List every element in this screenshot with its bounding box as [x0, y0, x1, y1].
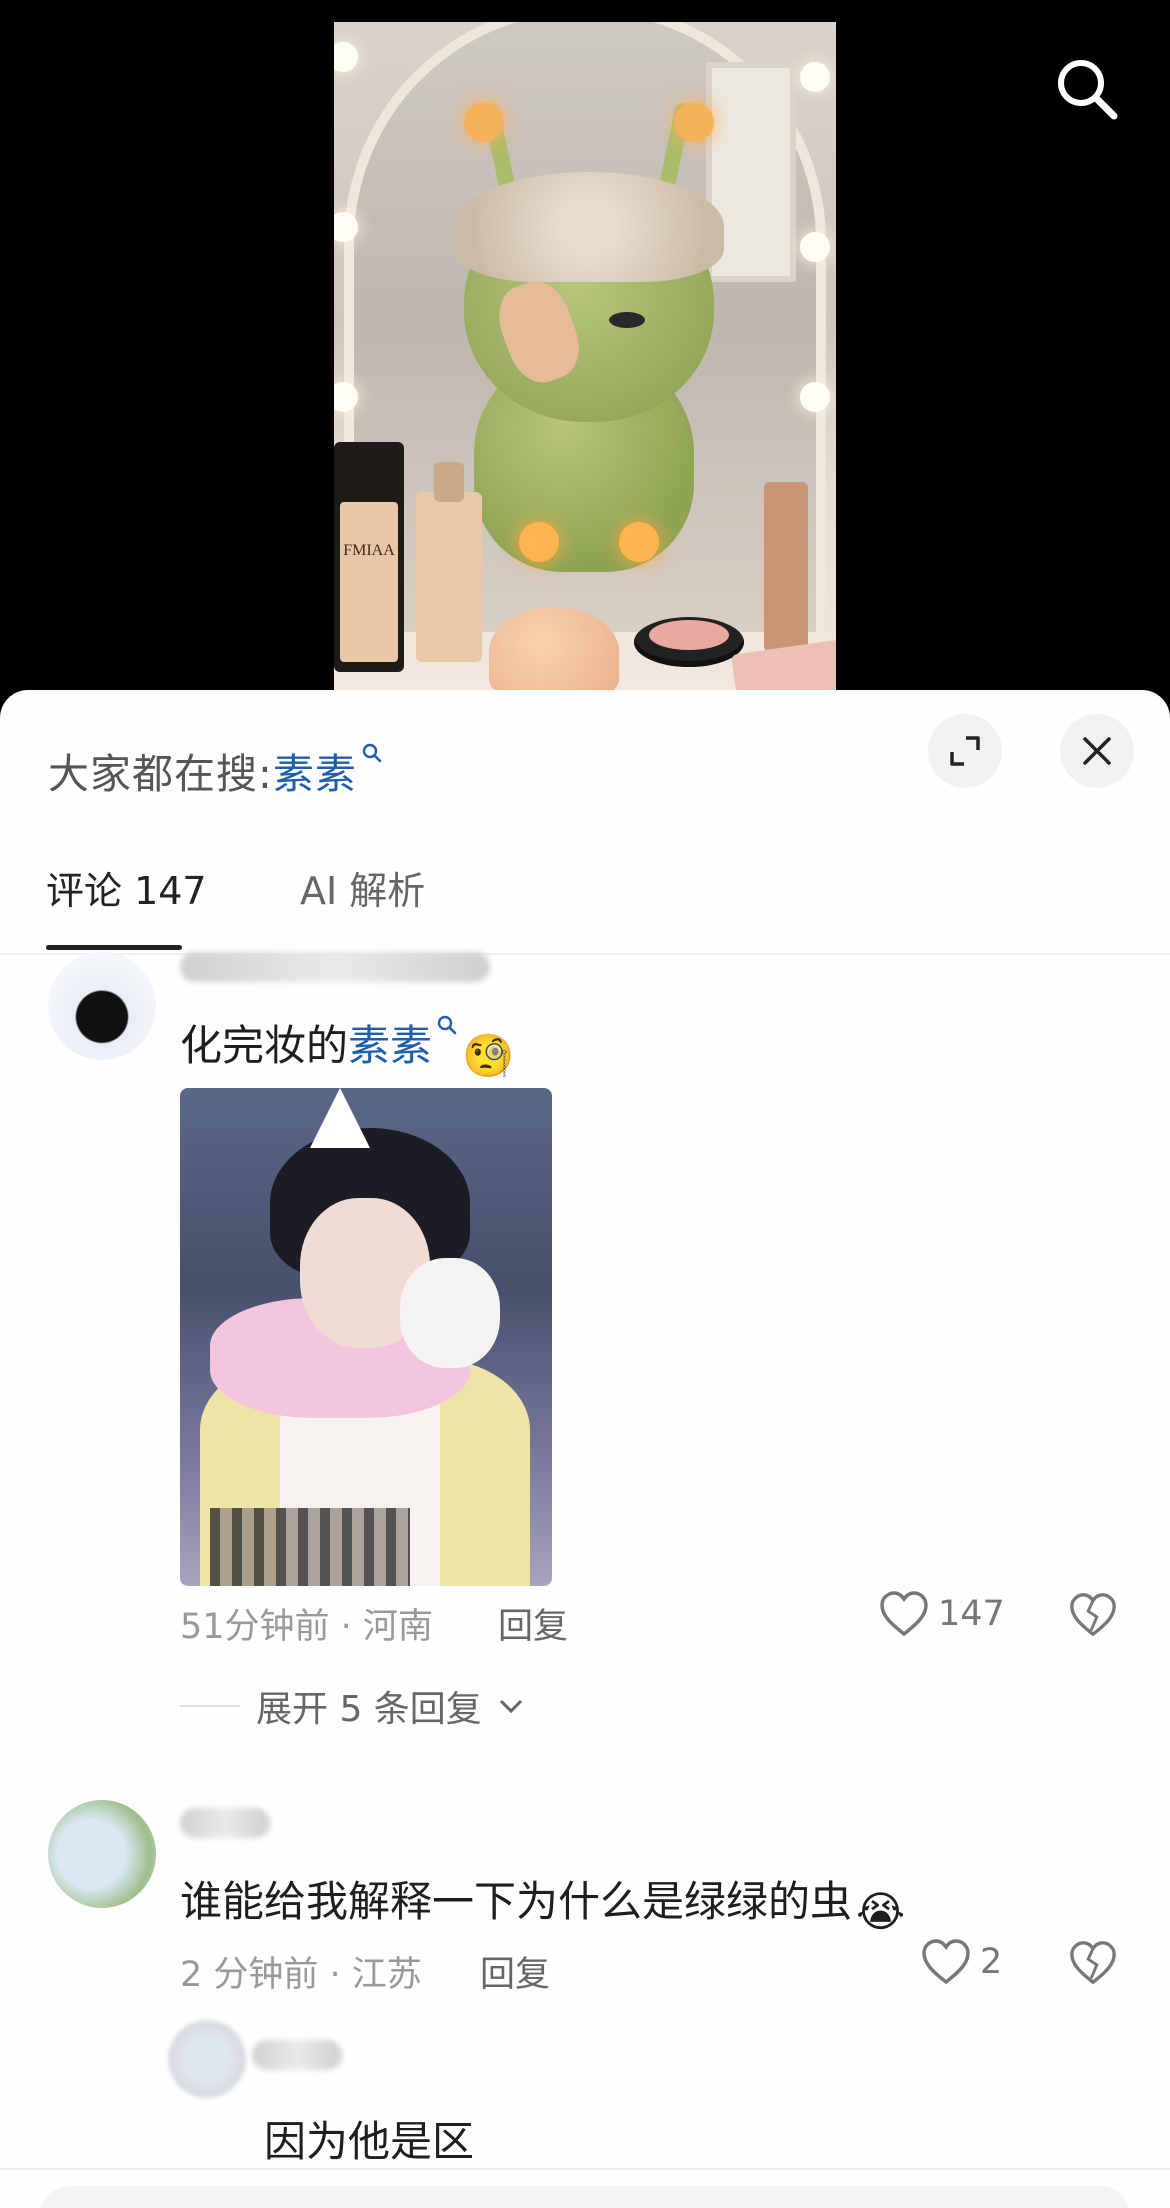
- glow-spot: [619, 522, 659, 562]
- expand-button[interactable]: [928, 714, 1002, 788]
- concealer-tube: [764, 482, 808, 652]
- broken-heart-icon[interactable]: [1068, 1938, 1118, 1988]
- username-blurred[interactable]: [252, 2040, 342, 2070]
- divider-line: [180, 1705, 240, 1707]
- avatar[interactable]: [48, 1800, 156, 1908]
- mirror-bulb: [800, 382, 830, 412]
- search-icon[interactable]: [1054, 56, 1120, 122]
- comment-tabs: 评论 147 AI 解析: [0, 840, 1170, 955]
- makeup-sponge: [489, 607, 619, 690]
- serum-dropper: [434, 462, 464, 502]
- image-figure: [400, 1258, 500, 1368]
- avatar[interactable]: [48, 952, 156, 1060]
- comment-image[interactable]: [180, 1088, 552, 1586]
- comment-text-part: 化完妆的: [180, 1021, 349, 1070]
- trending-prefix: 大家都在搜:: [48, 750, 273, 798]
- like-count: 2: [980, 1942, 1003, 1982]
- trending-keyword[interactable]: 素素: [273, 750, 357, 798]
- bottle-label: FMIAA: [340, 502, 398, 662]
- username-blurred[interactable]: [180, 952, 490, 982]
- heart-icon: [922, 1939, 970, 1985]
- compact-blush: [649, 620, 729, 650]
- broken-heart-icon[interactable]: [1068, 1590, 1118, 1640]
- sheet-header: 大家都在搜:素素: [0, 690, 1170, 820]
- active-tab-indicator: [46, 945, 182, 950]
- expand-replies-button[interactable]: 展开 5 条回复: [180, 1680, 524, 1732]
- like-button[interactable]: 147: [878, 1590, 1005, 1638]
- comment-meta: 2 分钟前 · 江苏: [180, 1955, 422, 1995]
- glow-spot: [519, 522, 559, 562]
- image-figure: [310, 1088, 370, 1148]
- fuzzy-headband: [454, 172, 724, 282]
- avatar[interactable]: [168, 2020, 246, 2098]
- image-figure: [210, 1508, 410, 1586]
- comment-text: 谁能给我解释一下为什么是绿绿的虫😭: [180, 1868, 905, 1936]
- caterpillar-eye: [609, 312, 645, 328]
- username-blurred[interactable]: [180, 1808, 270, 1838]
- reply-button[interactable]: 回复: [480, 1946, 550, 1997]
- close-icon: [1083, 737, 1111, 765]
- antenna-light: [674, 102, 714, 142]
- expand-icon: [950, 736, 980, 766]
- comment-text-part: 谁能给我解释一下为什么是绿绿的虫: [180, 1877, 853, 1926]
- reply-text: 因为他是区: [264, 2117, 475, 2166]
- thinking-face-emoji: 🧐: [462, 1031, 515, 1080]
- reply-button[interactable]: 回复: [498, 1598, 568, 1649]
- tab-ai-analysis[interactable]: AI 解析: [300, 860, 425, 915]
- comment-text: 化完妆的素素 🧐: [180, 1012, 514, 1081]
- like-button[interactable]: 2: [920, 1938, 1002, 1986]
- trending-search[interactable]: 大家都在搜:素素: [48, 740, 383, 800]
- crying-face-emoji: 😭: [856, 1887, 906, 1936]
- comment-input[interactable]: [40, 2186, 1130, 2208]
- expand-replies-label: 展开 5 条回复: [256, 1689, 482, 1730]
- comment-sheet: 大家都在搜:素素 评论 147 AI 解析 化完妆的素素 🧐 51分钟前 · 河…: [0, 690, 1170, 2208]
- eyeshadow-palette: [731, 639, 836, 690]
- mirror-bulb: [800, 232, 830, 262]
- search-icon: [437, 1015, 457, 1035]
- chevron-down-icon: [499, 1699, 522, 1714]
- antenna-light: [464, 102, 504, 142]
- comment-keyword-link[interactable]: 素素: [348, 1021, 432, 1070]
- tab-comments[interactable]: 评论 147: [46, 860, 207, 915]
- like-count: 147: [938, 1594, 1005, 1634]
- search-icon: [362, 743, 382, 763]
- video-thumbnail[interactable]: FMIAA: [334, 22, 836, 690]
- comment-meta: 51分钟前 · 河南: [180, 1607, 433, 1647]
- video-player[interactable]: FMIAA: [0, 0, 1170, 700]
- close-button[interactable]: [1060, 714, 1134, 788]
- mirror-bulb: [334, 42, 358, 72]
- heart-icon: [880, 1591, 928, 1637]
- serum-bottle: [416, 492, 482, 662]
- mirror-bulb: [800, 62, 830, 92]
- foundation-bottle-dark: FMIAA: [334, 442, 404, 672]
